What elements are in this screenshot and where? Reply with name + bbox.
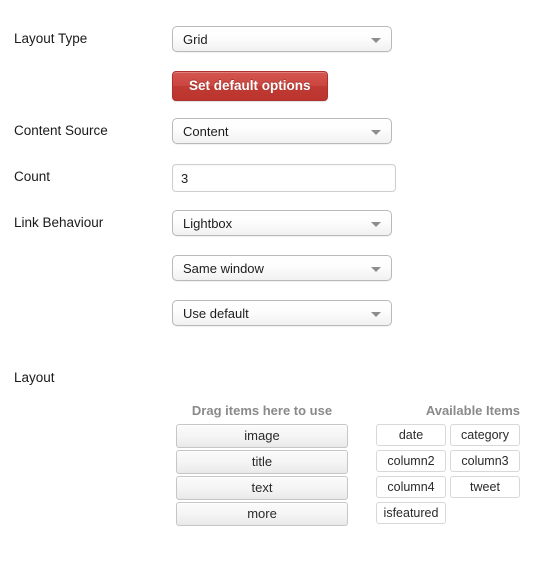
list-item[interactable]: isfeatured bbox=[376, 502, 446, 524]
chevron-down-icon bbox=[371, 38, 381, 43]
list-item[interactable]: category bbox=[450, 424, 520, 446]
field-row-link-behaviour: Link Behaviour Lightbox bbox=[0, 210, 560, 240]
available-items-grid: date category column2 column3 column4 tw… bbox=[376, 424, 520, 524]
drop-item[interactable]: text bbox=[176, 476, 348, 500]
select-content-source[interactable]: Content bbox=[172, 118, 392, 144]
list-item[interactable]: column4 bbox=[376, 476, 446, 498]
set-default-options-button[interactable]: Set default options bbox=[172, 71, 328, 101]
field-row-layout-type: Layout Type Grid bbox=[0, 26, 560, 56]
available-items-panel: Available Items date category column2 co… bbox=[376, 403, 520, 524]
field-row-content-source: Content Source Content bbox=[0, 118, 560, 148]
select-content-source-value: Content bbox=[183, 124, 229, 139]
field-row-link-target: Same window bbox=[0, 255, 560, 285]
list-item[interactable]: date bbox=[376, 424, 446, 446]
chevron-down-icon bbox=[371, 312, 381, 317]
chevron-down-icon bbox=[371, 222, 381, 227]
available-items-header: Available Items bbox=[425, 403, 520, 418]
field-row-count: Count bbox=[0, 164, 560, 194]
select-layout-type-value: Grid bbox=[183, 32, 208, 47]
label-layout: Layout bbox=[14, 370, 55, 385]
chevron-down-icon bbox=[371, 130, 381, 135]
select-link-default-value: Use default bbox=[183, 306, 249, 321]
select-link-default[interactable]: Use default bbox=[172, 300, 392, 326]
chevron-down-icon bbox=[371, 267, 381, 272]
label-layout-type: Layout Type bbox=[14, 31, 88, 46]
list-item[interactable]: tweet bbox=[450, 476, 520, 498]
select-link-target-value: Same window bbox=[183, 261, 264, 276]
dropzone-header: Drag items here to use bbox=[191, 403, 333, 418]
count-input[interactable] bbox=[172, 164, 396, 192]
drop-item[interactable]: title bbox=[176, 450, 348, 474]
select-link-behaviour[interactable]: Lightbox bbox=[172, 210, 392, 236]
select-layout-type[interactable]: Grid bbox=[172, 26, 392, 52]
select-link-behaviour-value: Lightbox bbox=[183, 216, 233, 231]
field-row-link-default: Use default bbox=[0, 300, 560, 330]
label-content-source: Content Source bbox=[14, 123, 108, 138]
label-count: Count bbox=[14, 169, 51, 184]
drop-item[interactable]: more bbox=[176, 502, 348, 526]
list-item[interactable]: column2 bbox=[376, 450, 446, 472]
list-item[interactable]: column3 bbox=[450, 450, 520, 472]
label-link-behaviour: Link Behaviour bbox=[14, 215, 104, 230]
select-link-target[interactable]: Same window bbox=[172, 255, 392, 281]
layout-dropzone[interactable]: Drag items here to use image title text … bbox=[176, 403, 348, 528]
drop-item[interactable]: image bbox=[176, 424, 348, 448]
